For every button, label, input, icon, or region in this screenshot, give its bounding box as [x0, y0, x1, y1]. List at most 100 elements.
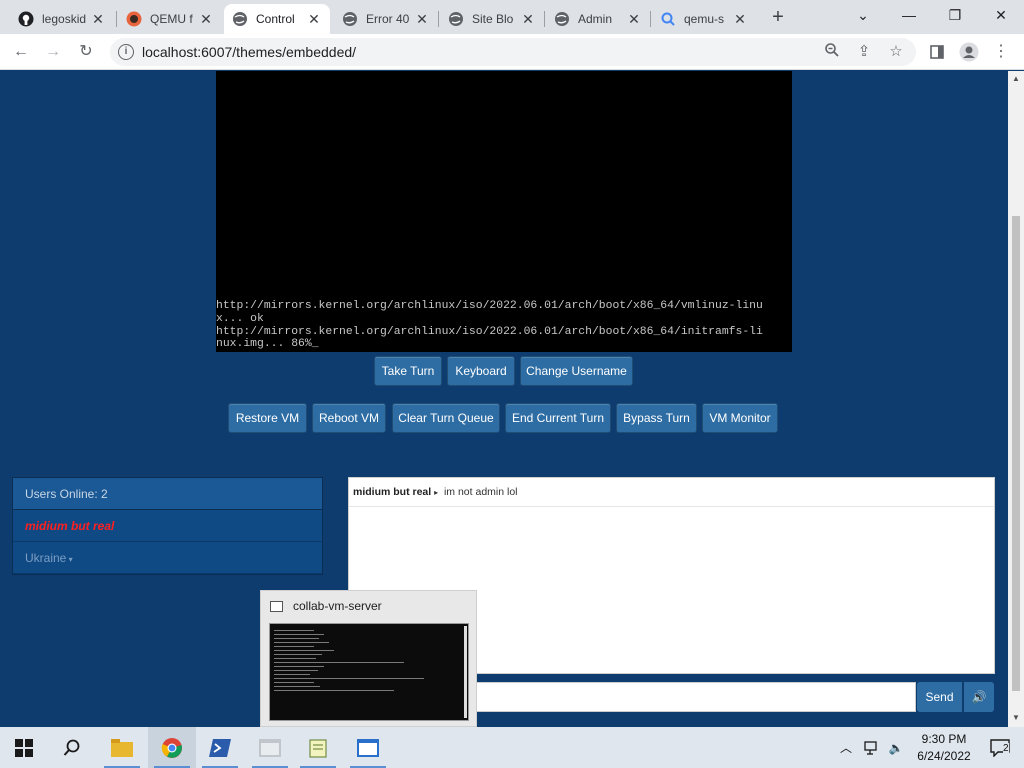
username: Ukraine: [25, 551, 67, 565]
chat-username: midium but real: [353, 486, 432, 498]
windows-taskbar: ︿ 🔈 9:30 PM 6/24/2022 2: [0, 727, 1024, 768]
close-icon[interactable]: ✕: [626, 11, 642, 28]
github-icon: [18, 11, 34, 27]
tab-title: Control: [256, 12, 295, 26]
tab-title: QEMU f: [150, 12, 193, 26]
tab-divider: [544, 11, 545, 27]
address-bar[interactable]: i localhost:6007/themes/embedded/ ⇪ ☆: [110, 38, 916, 66]
browser-tab-bar: legoskid ✕ QEMU f ✕ Control ✕ Error 40 ✕…: [0, 0, 1024, 34]
tab-qemu[interactable]: QEMU f ✕: [118, 4, 222, 34]
tab-qemu-search[interactable]: qemu-s ✕: [652, 4, 756, 34]
scrollbar-thumb[interactable]: [1012, 216, 1020, 691]
minimize-button[interactable]: —: [886, 0, 932, 30]
new-tab-button[interactable]: +: [766, 6, 790, 28]
chat-message: midium but real ▸ im not admin lol: [353, 486, 518, 498]
zoom-icon[interactable]: [822, 42, 842, 62]
clear-turn-queue-button[interactable]: Clear Turn Queue: [392, 403, 500, 433]
window-close-button[interactable]: ✕: [978, 0, 1024, 30]
close-icon[interactable]: ✕: [90, 11, 106, 28]
tab-title: Error 40: [366, 12, 410, 26]
side-panel-icon[interactable]: [924, 39, 950, 65]
back-arrow-icon[interactable]: ←: [8, 39, 34, 65]
chat-divider: [349, 506, 994, 507]
clock-date: 6/24/2022: [917, 749, 971, 763]
notification-count: 2: [1003, 743, 1009, 754]
tab-divider: [116, 11, 117, 27]
vm-console-text: http://mirrors.kernel.org/archlinux/iso/…: [216, 300, 763, 351]
caret-down-icon: ▾: [66, 555, 73, 564]
file-explorer-icon[interactable]: [98, 727, 146, 768]
keyboard-button[interactable]: Keyboard: [447, 356, 515, 386]
notification-center-icon[interactable]: 2: [980, 727, 1020, 768]
tab-title: Site Blo: [472, 12, 514, 26]
browser-toolbar: ← → ↻ i localhost:6007/themes/embedded/ …: [0, 34, 1024, 70]
tab-control[interactable]: Control ✕: [224, 4, 330, 34]
restore-vm-button[interactable]: Restore VM: [228, 403, 307, 433]
take-turn-button[interactable]: Take Turn: [374, 356, 442, 386]
close-icon[interactable]: ✕: [732, 11, 748, 28]
tab-title: legoskid: [42, 12, 87, 26]
user-list-item[interactable]: Ukraine ▾: [13, 542, 322, 574]
volume-tray-icon[interactable]: 🔈: [884, 727, 908, 768]
end-current-turn-button[interactable]: End Current Turn: [505, 403, 611, 433]
reboot-vm-button[interactable]: Reboot VM: [312, 403, 386, 433]
username: midium but real: [25, 519, 115, 533]
system-clock[interactable]: 9:30 PM 6/24/2022: [912, 731, 976, 765]
forward-arrow-icon[interactable]: →: [40, 39, 66, 65]
share-icon[interactable]: ⇪: [854, 42, 874, 62]
profile-avatar-icon[interactable]: [956, 39, 982, 65]
bookmark-star-icon[interactable]: ☆: [886, 42, 906, 62]
chat-text: im not admin lol: [443, 486, 518, 498]
info-icon[interactable]: i: [118, 44, 134, 60]
notepad-icon[interactable]: [294, 727, 342, 768]
url-text: localhost:6007/themes/embedded/: [142, 44, 357, 60]
thumbnail-console-preview: [269, 623, 469, 721]
page-scrollbar[interactable]: ▲ ▼: [1008, 71, 1024, 727]
tab-admin[interactable]: Admin ✕: [546, 4, 650, 34]
app-window-icon[interactable]: [246, 727, 294, 768]
tab-search-chevron-icon[interactable]: ⌄: [840, 0, 886, 30]
search-icon[interactable]: [48, 727, 96, 768]
search-icon: [660, 11, 676, 27]
volume-icon[interactable]: 🔊: [964, 682, 994, 712]
scroll-up-icon[interactable]: ▲: [1012, 74, 1020, 83]
tab-title: Admin: [578, 12, 613, 26]
windows-start-icon[interactable]: [0, 727, 48, 768]
tab-error[interactable]: Error 40 ✕: [334, 4, 438, 34]
menu-dots-icon[interactable]: ⋮: [988, 39, 1014, 65]
clock-time: 9:30 PM: [921, 732, 967, 746]
change-username-button[interactable]: Change Username: [520, 356, 633, 386]
tab-title: qemu-s: [684, 12, 725, 26]
user-list-item[interactable]: midium but real: [13, 510, 322, 542]
online-users-panel: Users Online: 2 midium but real Ukraine …: [12, 477, 323, 575]
console-app-icon[interactable]: [344, 727, 392, 768]
bypass-turn-button[interactable]: Bypass Turn: [616, 403, 697, 433]
send-button[interactable]: Send: [917, 682, 962, 712]
close-icon[interactable]: ✕: [414, 11, 430, 28]
chat-separator: ▸: [434, 488, 439, 497]
vm-monitor-button[interactable]: VM Monitor: [702, 403, 778, 433]
network-icon[interactable]: [860, 727, 884, 768]
taskbar-thumbnail-preview[interactable]: collab-vm-server: [260, 590, 477, 727]
chrome-icon[interactable]: [148, 727, 196, 768]
close-icon[interactable]: ✕: [306, 11, 322, 28]
tab-site-blocked[interactable]: Site Blo ✕: [440, 4, 544, 34]
users-online-header: Users Online: 2: [13, 478, 322, 510]
tray-chevron-up-icon[interactable]: ︿: [836, 727, 856, 768]
tab-divider: [438, 11, 439, 27]
reload-icon[interactable]: ↻: [73, 39, 99, 65]
thumbnail-title: collab-vm-server: [293, 599, 382, 613]
tab-divider: [650, 11, 651, 27]
qemu-icon: [126, 11, 142, 27]
tab-legoskid[interactable]: legoskid ✕: [10, 4, 114, 34]
vm-display[interactable]: http://mirrors.kernel.org/archlinux/iso/…: [216, 71, 792, 352]
chat-input[interactable]: [470, 682, 916, 712]
close-icon[interactable]: ✕: [520, 11, 536, 28]
console-window-icon: [270, 601, 283, 612]
globe-icon: [554, 11, 570, 27]
globe-icon: [342, 11, 358, 27]
powershell-icon[interactable]: [196, 727, 244, 768]
close-icon[interactable]: ✕: [198, 11, 214, 28]
restore-button[interactable]: ❐: [932, 0, 978, 30]
scroll-down-icon[interactable]: ▼: [1012, 713, 1020, 722]
